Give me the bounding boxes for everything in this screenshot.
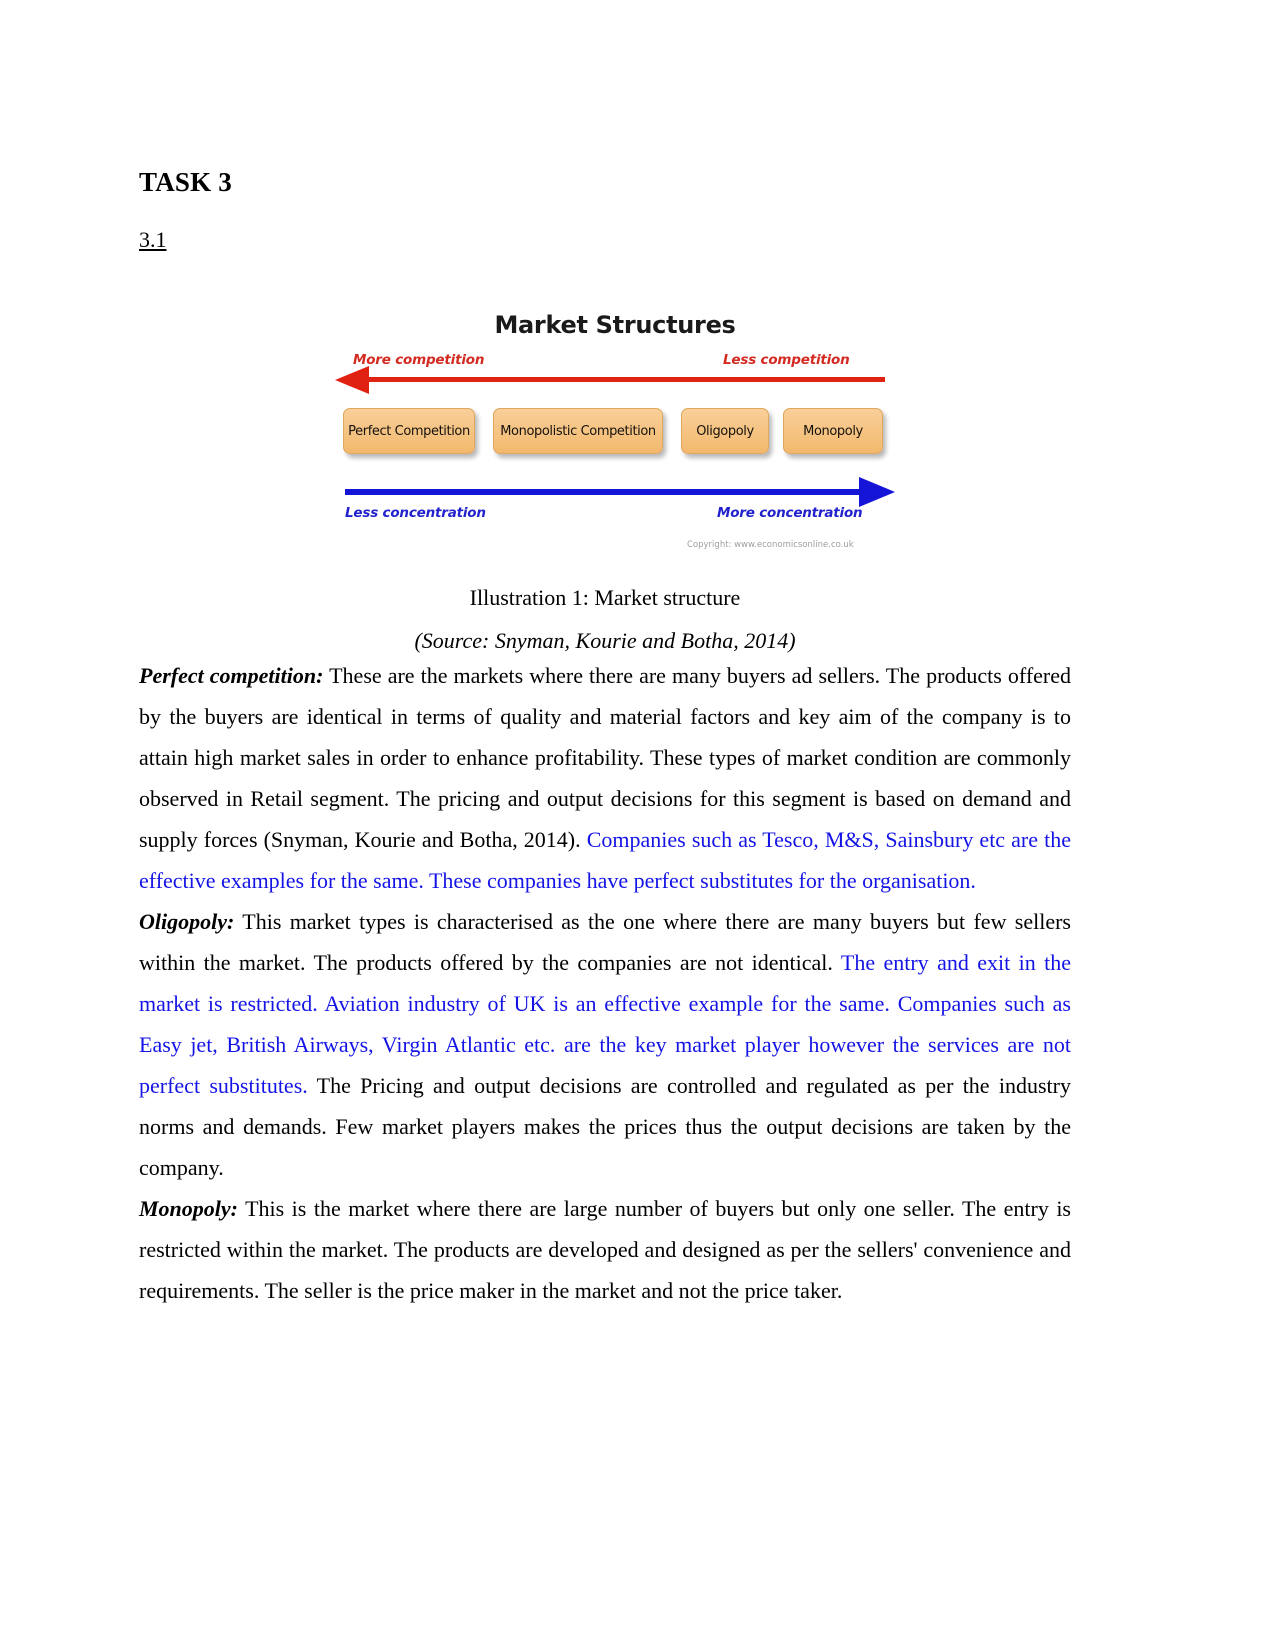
competition-arrow-head-icon	[335, 366, 369, 394]
less-competition-label: Less competition	[723, 352, 850, 368]
less-concentration-label: Less concentration	[345, 505, 486, 521]
paragraph-text-black: These are the markets where there are ma…	[139, 663, 1072, 852]
market-box-label: Monopolistic Competition	[500, 423, 656, 439]
market-structure-box-row: Perfect Competition Monopolistic Competi…	[343, 408, 895, 470]
market-box-oligopoly: Oligopoly	[681, 408, 769, 454]
body-text: Perfect competition: These are the marke…	[139, 655, 1071, 1311]
market-structures-figure: Market Structures More competition Less …	[335, 300, 895, 568]
paragraph-perfect-competition: Perfect competition: These are the marke…	[139, 655, 1071, 901]
competition-arrow-line	[365, 377, 885, 382]
figure-copyright: Copyright: www.economicsonline.co.uk	[687, 540, 854, 550]
figure-source: (Source: Snyman, Kourie and Botha, 2014)	[414, 628, 796, 653]
paragraph-lead-in: Perfect competition:	[139, 663, 324, 688]
section-number: 3.1	[139, 227, 167, 252]
concentration-arrow-line	[345, 489, 865, 495]
paragraph-text-black: This is the market where there are large…	[139, 1196, 1071, 1303]
more-concentration-label: More concentration	[717, 505, 863, 521]
figure-title: Market Structures	[494, 311, 736, 339]
document-page: TASK 3 3.1 Market Structures More compet…	[0, 0, 1275, 1650]
market-box-perfect-competition: Perfect Competition	[343, 408, 475, 454]
market-box-label: Monopoly	[803, 423, 863, 439]
market-box-monopolistic-competition: Monopolistic Competition	[493, 408, 663, 454]
paragraph-monopoly: Monopoly: This is the market where there…	[139, 1188, 1071, 1311]
paragraph-lead-in: Monopoly:	[139, 1196, 238, 1221]
paragraph-lead-in: Oligopoly:	[139, 909, 235, 934]
more-competition-label: More competition	[353, 352, 485, 368]
paragraph-oligopoly: Oligopoly: This market types is characte…	[139, 901, 1071, 1188]
market-box-label: Perfect Competition	[348, 423, 470, 439]
market-box-monopoly: Monopoly	[783, 408, 883, 454]
concentration-arrow-head-icon	[859, 477, 895, 507]
page-title: TASK 3	[139, 167, 232, 197]
figure-caption: Illustration 1: Market structure	[469, 585, 741, 610]
market-box-label: Oligopoly	[696, 423, 754, 439]
